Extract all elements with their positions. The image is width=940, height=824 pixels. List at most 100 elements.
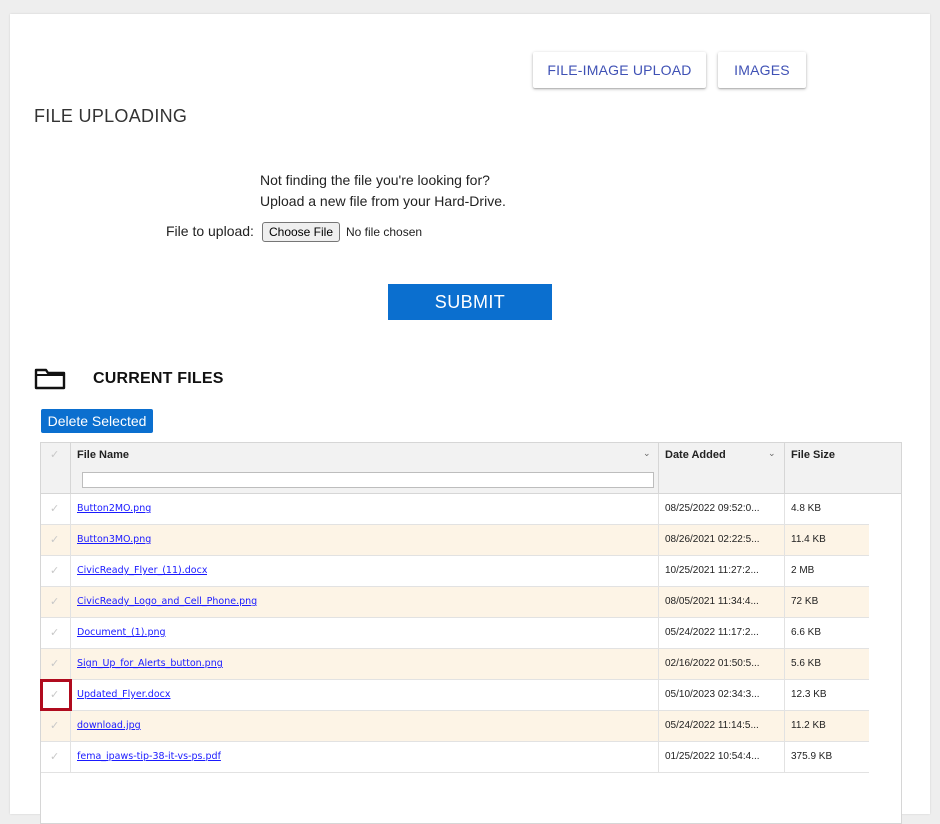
row-select-cell[interactable]: ✓ [41, 525, 71, 555]
date-added-text: 02/16/2022 01:50:5... [665, 658, 760, 669]
date-added-text: 05/24/2022 11:17:2... [665, 627, 759, 638]
table-row[interactable]: ✓ CivicReady_Logo_and_Cell_Phone.png 08/05… [41, 587, 869, 618]
file-size-cell: 11.2 KB [785, 711, 869, 741]
date-added-text: 05/24/2022 11:14:5... [665, 720, 759, 731]
file-link[interactable]: Button3MO.png [77, 534, 151, 545]
file-name-cell: download.jpg [71, 711, 659, 741]
row-select-check-icon[interactable]: ✓ [50, 533, 59, 546]
folder-icon [34, 368, 66, 390]
delete-selected-button[interactable]: Delete Selected [41, 409, 153, 433]
date-added-cell: 02/16/2022 01:50:5... [659, 649, 785, 679]
file-size-text: 2 MB [791, 565, 815, 576]
file-name-sort-icon[interactable]: ⌄ [643, 448, 651, 459]
file-size-cell: 6.6 KB [785, 618, 869, 648]
files-grid: ✓ File Name ⌄ Date Added ⌄ File Size ✓ Bu… [40, 442, 902, 824]
file-size-text: 375.9 KB [791, 751, 833, 762]
table-row[interactable]: ✓ download.jpg 05/24/2022 11:14:5... 11.2 K… [41, 711, 869, 742]
file-size-text: 72 KB [791, 596, 819, 607]
row-select-check-icon[interactable]: ✓ [50, 750, 59, 763]
file-name-cell: fema_ipaws-tip-38-it-vs-ps.pdf [71, 742, 659, 772]
file-image-upload-button[interactable]: FILE-IMAGE UPLOAD [533, 52, 706, 88]
file-link[interactable]: CivicReady_Flyer_(11).docx [77, 565, 207, 576]
date-added-text: 08/05/2021 11:34:4... [665, 596, 759, 607]
file-size-cell: 375.9 KB [785, 742, 869, 772]
no-file-chosen-text: No file chosen [346, 225, 423, 239]
file-size-cell: 5.6 KB [785, 649, 869, 679]
date-added-header-label: Date Added [665, 449, 726, 461]
file-name-header-label: File Name [77, 449, 129, 461]
main-panel: FILE-IMAGE UPLOAD IMAGES FILE UPLOADING … [10, 14, 930, 824]
date-added-text: 01/25/2022 10:54:4... [665, 751, 760, 762]
row-select-cell[interactable]: ✓ [41, 742, 71, 772]
row-select-check-icon[interactable]: ✓ [50, 564, 59, 577]
select-all-check-icon[interactable]: ✓ [50, 448, 59, 461]
date-added-cell: 01/25/2022 10:54:4... [659, 742, 785, 772]
table-row[interactable]: ✓ fema_ipaws-tip-38-it-vs-ps.pdf 01/25/202… [41, 742, 869, 773]
highlight-box [40, 679, 72, 711]
file-link[interactable]: Updated_Flyer.docx [77, 689, 171, 700]
choose-file-button[interactable]: Choose File [262, 222, 340, 242]
file-link[interactable]: CivicReady_Logo_and_Cell_Phone.png [77, 596, 257, 607]
file-to-upload-label: File to upload: [166, 223, 254, 239]
current-files-title: CURRENT FILES [93, 370, 224, 387]
date-added-cell: 08/26/2021 02:22:5... [659, 525, 785, 555]
file-link[interactable]: fema_ipaws-tip-38-it-vs-ps.pdf [77, 751, 221, 762]
file-size-header-label: File Size [791, 449, 836, 461]
file-size-text: 4.8 KB [791, 503, 822, 514]
file-link[interactable]: Button2MO.png [77, 503, 151, 514]
date-added-cell: 05/10/2023 02:34:3... [659, 680, 785, 710]
file-size-cell: 11.4 KB [785, 525, 869, 555]
row-select-cell[interactable]: ✓ [41, 649, 71, 679]
table-row[interactable]: ✓ Sign_Up_for_Alerts_button.png 02/16/2022… [41, 649, 869, 680]
row-select-check-icon[interactable]: ✓ [50, 595, 59, 608]
file-link[interactable]: Document_(1).png [77, 627, 166, 638]
date-added-text: 08/26/2021 02:22:5... [665, 534, 760, 545]
table-row[interactable]: ✓ Button2MO.png 08/25/2022 09:52:0... 4.8 K… [41, 494, 869, 525]
file-link[interactable]: Sign_Up_for_Alerts_button.png [77, 658, 223, 669]
file-link[interactable]: download.jpg [77, 720, 141, 731]
date-added-cell: 08/05/2021 11:34:4... [659, 587, 785, 617]
file-name-cell: CivicReady_Logo_and_Cell_Phone.png [71, 587, 659, 617]
file-size-cell: 2 MB [785, 556, 869, 586]
row-select-check-icon[interactable]: ✓ [50, 657, 59, 670]
file-name-cell: CivicReady_Flyer_(11).docx [71, 556, 659, 586]
column-header-file-name[interactable]: File Name ⌄ [71, 443, 659, 493]
date-added-cell: 05/24/2022 11:17:2... [659, 618, 785, 648]
file-name-cell: Document_(1).png [71, 618, 659, 648]
row-select-cell[interactable]: ✓ [41, 556, 71, 586]
select-all-cell[interactable]: ✓ [41, 443, 71, 493]
help-text-line-2: Upload a new file from your Hard-Drive. [260, 193, 506, 209]
page-title: FILE UPLOADING [34, 106, 188, 126]
file-name-cell: Updated_Flyer.docx [71, 680, 659, 710]
file-size-text: 11.2 KB [791, 720, 826, 731]
row-select-check-icon[interactable]: ✓ [50, 502, 59, 515]
date-added-text: 05/10/2023 02:34:3... [665, 689, 760, 700]
row-select-cell[interactable]: ✓ [41, 587, 71, 617]
file-size-text: 12.3 KB [791, 689, 827, 700]
file-name-cell: Sign_Up_for_Alerts_button.png [71, 649, 659, 679]
grid-header: ✓ File Name ⌄ Date Added ⌄ File Size [41, 443, 901, 494]
file-size-cell: 4.8 KB [785, 494, 869, 524]
table-row[interactable]: ✓ Updated_Flyer.docx 05/10/2023 02:34:3...… [41, 680, 869, 711]
table-row[interactable]: ✓ CivicReady_Flyer_(11).docx 10/25/2021 11… [41, 556, 869, 587]
file-size-cell: 72 KB [785, 587, 869, 617]
images-button[interactable]: IMAGES [718, 52, 806, 88]
date-added-text: 08/25/2022 09:52:0... [665, 503, 760, 514]
file-name-cell: Button3MO.png [71, 525, 659, 555]
submit-button[interactable]: SUBMIT [388, 284, 552, 320]
column-header-file-size[interactable]: File Size [785, 443, 901, 493]
row-select-cell[interactable]: ✓ [41, 711, 71, 741]
row-select-check-icon[interactable]: ✓ [50, 719, 59, 732]
row-select-check-icon[interactable]: ✓ [50, 626, 59, 639]
table-row[interactable]: ✓ Document_(1).png 05/24/2022 11:17:2... 6.… [41, 618, 869, 649]
row-select-cell[interactable]: ✓ [41, 618, 71, 648]
column-header-date-added[interactable]: Date Added ⌄ [659, 443, 785, 493]
table-row[interactable]: ✓ Button3MO.png 08/26/2021 02:22:5... 11.4 … [41, 525, 869, 556]
date-added-cell: 05/24/2022 11:14:5... [659, 711, 785, 741]
date-added-cell: 08/25/2022 09:52:0... [659, 494, 785, 524]
file-name-cell: Button2MO.png [71, 494, 659, 524]
row-select-cell[interactable]: ✓ [41, 494, 71, 524]
file-size-text: 6.6 KB [791, 627, 822, 638]
file-name-filter-input[interactable] [82, 472, 654, 488]
date-added-sort-icon[interactable]: ⌄ [768, 448, 776, 459]
